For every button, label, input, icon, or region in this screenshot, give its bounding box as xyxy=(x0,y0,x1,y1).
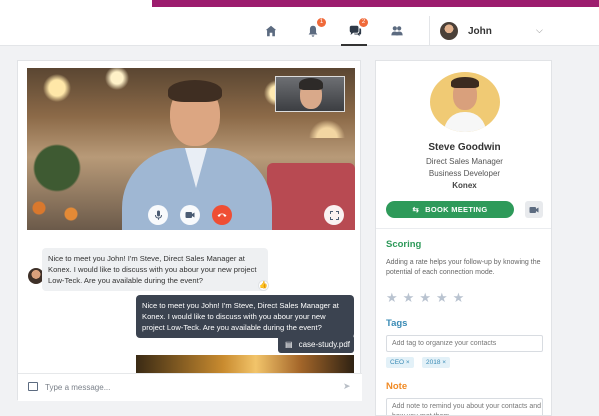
send-icon[interactable]: ➤ xyxy=(343,381,351,392)
attachment-name: case-study.pdf xyxy=(298,339,350,349)
video-call-button[interactable] xyxy=(525,201,543,218)
attach-icon[interactable] xyxy=(28,382,38,391)
star-icon[interactable]: ★ xyxy=(386,291,398,305)
fullscreen-button[interactable] xyxy=(324,205,344,225)
user-menu[interactable]: John ⌵ xyxy=(440,20,550,42)
background-plant xyxy=(27,128,87,230)
user-name: John xyxy=(468,25,492,37)
document-icon: ▤ xyxy=(285,339,293,349)
notification-badge: 1 xyxy=(317,18,326,27)
profile-avatar-body xyxy=(444,112,486,132)
fullscreen-icon xyxy=(329,210,339,220)
video-call-view xyxy=(27,68,355,230)
star-icon[interactable]: ★ xyxy=(403,291,415,305)
caller-hair xyxy=(168,80,222,102)
incoming-message: Nice to meet you John! I'm Steve, Direct… xyxy=(42,248,268,291)
active-tab-indicator xyxy=(341,44,367,46)
mic-icon xyxy=(154,210,162,220)
profile-avatar xyxy=(430,72,500,132)
profile-role-secondary: Business Developer xyxy=(428,169,501,178)
handshake-icon: ⇆ xyxy=(412,205,420,214)
top-band xyxy=(0,0,599,16)
message-badge: 2 xyxy=(359,18,368,27)
section-divider xyxy=(376,228,551,229)
message-composer: ➤ xyxy=(18,373,362,401)
people-icon xyxy=(391,26,403,36)
notifications-button[interactable]: 1 xyxy=(304,18,326,39)
outgoing-message: Nice to meet you John! I'm Steve, Direct… xyxy=(136,295,354,338)
navbar-divider xyxy=(429,16,430,46)
camera-button[interactable] xyxy=(180,205,200,225)
chevron-down-icon: ⌵ xyxy=(536,25,543,35)
chat-panel: Nice to meet you John! I'm Steve, Direct… xyxy=(17,60,362,401)
rating-stars[interactable]: ★ ★ ★ ★ ★ xyxy=(386,291,486,305)
file-attachment[interactable]: ▤ case-study.pdf xyxy=(278,335,354,353)
video-camera-icon xyxy=(529,206,539,213)
home-icon[interactable] xyxy=(262,23,280,39)
thumbs-up-icon[interactable]: 👍 xyxy=(258,280,269,291)
tags-title: Tags xyxy=(386,318,408,329)
top-navbar: 1 2 John ⌵ xyxy=(0,16,599,46)
message-input[interactable] xyxy=(45,378,325,396)
tag-input[interactable] xyxy=(386,335,543,352)
contacts-button[interactable] xyxy=(388,23,406,39)
end-call-button[interactable] xyxy=(212,205,232,225)
self-view-thumbnail[interactable] xyxy=(275,76,345,112)
book-meeting-button[interactable]: ⇆ BOOK MEETING xyxy=(386,201,514,218)
tag-chip[interactable]: CEO × xyxy=(386,357,414,368)
star-icon[interactable]: ★ xyxy=(453,291,465,305)
star-icon[interactable]: ★ xyxy=(419,291,431,305)
scoring-title: Scoring xyxy=(386,239,422,250)
image-attachment[interactable] xyxy=(136,355,354,373)
contact-profile-panel: Steve Goodwin Direct Sales Manager Busin… xyxy=(375,60,552,416)
star-icon[interactable]: ★ xyxy=(436,291,448,305)
profile-name: Steve Goodwin xyxy=(428,142,501,153)
self-view-hair xyxy=(299,78,323,90)
profile-avatar-hair xyxy=(451,77,479,88)
camera-icon xyxy=(185,212,195,218)
note-input[interactable] xyxy=(386,398,543,415)
book-meeting-label: BOOK MEETING xyxy=(425,205,488,214)
note-title: Note xyxy=(386,381,408,392)
profile-company: Konex xyxy=(452,181,477,190)
tag-chip[interactable]: 2018 × xyxy=(422,357,451,368)
end-call-icon xyxy=(217,213,227,217)
scoring-description: Adding a rate helps your follow-up by kn… xyxy=(386,259,541,276)
profile-role: Direct Sales Manager xyxy=(426,157,503,166)
brand-accent-bar xyxy=(152,0,599,7)
messages-button[interactable]: 2 xyxy=(346,18,368,39)
user-avatar xyxy=(440,22,458,40)
mute-button[interactable] xyxy=(148,205,168,225)
